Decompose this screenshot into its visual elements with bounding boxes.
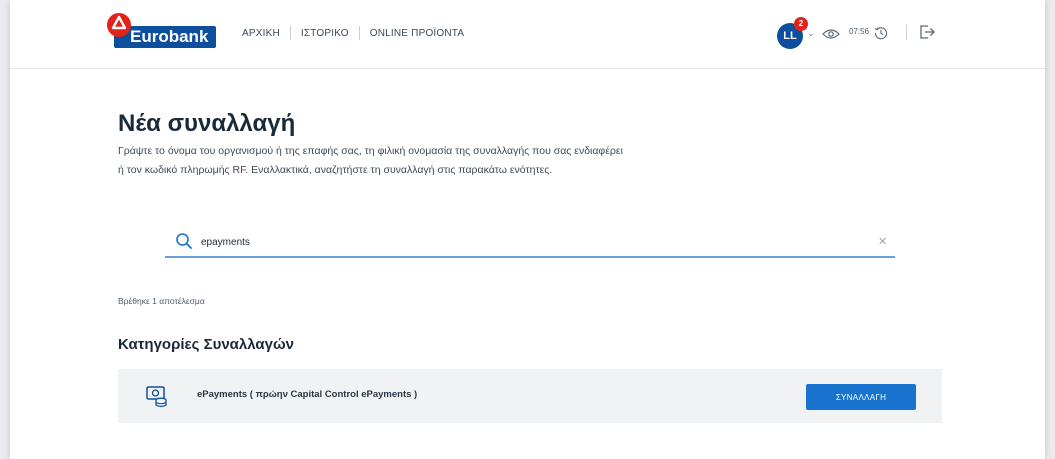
page: Eurobank ΑΡΧΙΚΗ ΙΣΤΟΡΙΚΟ ONLINE ΠΡΟΪΟΝΤΑ… [10,0,1045,459]
close-icon[interactable]: ✕ [878,235,887,248]
header-divider [906,25,907,40]
notification-badge: 2 [794,17,808,31]
categories-title: Κατηγορίες Συναλλαγών [118,336,294,353]
epayments-icon [146,386,167,408]
search-input[interactable] [201,234,801,250]
logout-icon[interactable] [919,24,935,40]
main-nav: ΑΡΧΙΚΗ ΙΣΤΟΡΙΚΟ ONLINE ΠΡΟΪΟΝΤΑ [242,26,474,40]
eurobank-logo[interactable]: Eurobank [102,12,228,48]
page-description: Γράψτε το όνομα του οργανισμού ή της επα… [118,145,623,176]
chevron-down-icon[interactable]: ⌄ [807,28,815,39]
category-label: ePayments ( πρώην Capital Control ePayme… [197,389,418,400]
results-count: Βρέθηκε 1 αποτέλεσμα [118,296,205,306]
search-bar: ✕ [165,230,895,258]
eurobank-logo-icon [107,13,131,37]
search-icon [176,233,192,249]
page-title: Νέα συναλλαγή [118,110,296,137]
nav-history[interactable]: ΙΣΤΟΡΙΚΟ [291,28,359,39]
eye-icon[interactable] [822,29,840,39]
header: Eurobank ΑΡΧΙΚΗ ΙΣΤΟΡΙΚΟ ONLINE ΠΡΟΪΟΝΤΑ… [10,0,1045,69]
nav-home[interactable]: ΑΡΧΙΚΗ [242,28,290,39]
nav-online-products[interactable]: ONLINE ΠΡΟΪΟΝΤΑ [360,28,475,39]
category-row[interactable]: ePayments ( πρώην Capital Control ePayme… [118,369,942,423]
session-timer: 07:56 [849,27,870,36]
transaction-button[interactable]: ΣΥΝΑΛΛΑΓΗ [806,384,916,410]
clock-icon [874,27,888,40]
